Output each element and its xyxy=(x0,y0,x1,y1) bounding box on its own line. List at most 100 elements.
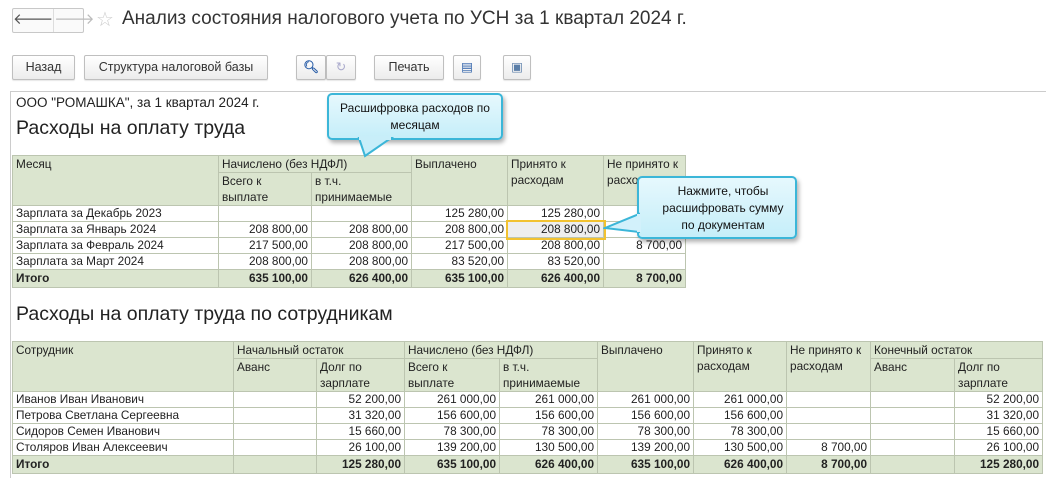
cell-value[interactable]: 208 800,00 xyxy=(310,253,413,270)
cell-value[interactable]: 78 300,00 xyxy=(499,423,599,440)
row-label: Сидоров Семен Иванович xyxy=(12,423,234,440)
cell-value xyxy=(786,391,872,408)
cell-value[interactable]: 8 700,00 xyxy=(603,237,687,254)
table-row: Зарплата за Январь 2024 208 800,00 208 800… xyxy=(12,219,687,240)
cell-value[interactable]: 156 600,00 xyxy=(404,407,501,424)
cell-value xyxy=(786,407,872,424)
cell-value[interactable]: 208 800,00 xyxy=(310,237,413,254)
total-value: 125 280,00 xyxy=(315,455,406,474)
total-value: 626 400,00 xyxy=(693,455,788,474)
back-arrow-icon[interactable]: 🡐 xyxy=(13,9,53,32)
save-icon[interactable]: ▣ xyxy=(503,55,531,80)
search-reset-icon[interactable]: ↻ xyxy=(326,55,356,80)
cell-value[interactable]: 208 800,00 xyxy=(218,253,312,270)
cell-value[interactable]: 139 200,00 xyxy=(404,439,501,456)
cell-value[interactable]: 156 600,00 xyxy=(597,407,695,424)
cell-value xyxy=(218,205,312,222)
cell-value[interactable]: 15 660,00 xyxy=(954,423,1044,440)
total-value: 635 100,00 xyxy=(411,269,509,288)
col-accrued: Начислено (без НДФЛ) xyxy=(404,341,599,359)
cell-value[interactable]: 83 520,00 xyxy=(507,253,605,270)
cell-value[interactable]: 261 000,00 xyxy=(693,391,788,408)
row-label: Петрова Светлана Сергеевна xyxy=(12,407,234,424)
cell-value[interactable]: 261 000,00 xyxy=(404,391,501,408)
cell-value[interactable]: 156 600,00 xyxy=(693,407,788,424)
table-row: Иванов Иван Иванович 52 200,00 261 000,00 2… xyxy=(12,391,1044,408)
cell-value[interactable]: 8 700,00 xyxy=(786,439,872,456)
col-closing-debt: Долг по зарплате xyxy=(954,358,1044,392)
total-value: 8 700,00 xyxy=(786,455,872,474)
forward-arrow-icon[interactable]: 🡒 xyxy=(53,9,94,32)
cell-value xyxy=(233,391,317,408)
cell-value[interactable]: 208 800,00 xyxy=(310,221,413,238)
col-not-accepted: Не принято к расходам xyxy=(786,341,872,392)
cell-value[interactable]: 78 300,00 xyxy=(597,423,695,440)
cell-value[interactable]: 26 100,00 xyxy=(315,439,406,456)
col-accrued: Начислено (без НДФЛ) xyxy=(217,155,413,173)
structure-button[interactable]: Структура налоговой базы xyxy=(84,55,268,80)
section-title-by-employee: Расходы на оплату труда по сотрудникам xyxy=(16,303,393,325)
col-closing-advance: Аванс xyxy=(870,358,956,392)
cell-value[interactable]: 78 300,00 xyxy=(404,423,501,440)
table-row: Зарплата за Февраль 2024 217 500,00 208 80… xyxy=(12,237,687,254)
print-preview-icon[interactable]: ▤ xyxy=(453,55,481,80)
table-row: Петрова Светлана Сергеевна 31 320,00 156 6… xyxy=(12,407,1044,424)
cell-value[interactable]: 217 500,00 xyxy=(411,237,509,254)
cell-value[interactable]: 208 800,00 xyxy=(218,221,312,238)
total-value: 635 100,00 xyxy=(597,455,695,474)
cell-value[interactable]: 139 200,00 xyxy=(597,439,695,456)
cell-value[interactable]: 31 320,00 xyxy=(954,407,1044,424)
cell-value xyxy=(870,407,956,424)
payroll-by-month-table: Месяц Начислено (без НДФЛ) Выплачено Принят… xyxy=(12,155,687,288)
cell-value[interactable]: 217 500,00 xyxy=(218,237,312,254)
cell-value[interactable]: 208 800,00 xyxy=(505,219,606,240)
cell-value[interactable]: 125 280,00 xyxy=(411,205,509,222)
cell-value xyxy=(870,391,956,408)
total-value: 635 100,00 xyxy=(404,455,501,474)
cell-value xyxy=(233,407,317,424)
search-icon[interactable]: 🔍︎ xyxy=(296,55,326,80)
col-total-pay: Всего к выплате xyxy=(218,172,312,206)
cell-value[interactable]: 156 600,00 xyxy=(499,407,599,424)
cell-value[interactable]: 15 660,00 xyxy=(315,423,406,440)
total-value xyxy=(233,455,317,474)
cell-value[interactable]: 26 100,00 xyxy=(954,439,1044,456)
total-value: 8 700,00 xyxy=(603,269,687,288)
cell-value[interactable]: 125 280,00 xyxy=(507,205,605,222)
table-row: Зарплата за Март 2024 208 800,00 208 800,0… xyxy=(12,253,687,270)
table-row: Сидоров Семен Иванович 15 660,00 78 300,00… xyxy=(12,423,1044,440)
payroll-by-employee-table: Сотрудник Начальный остаток Начислено (без… xyxy=(12,341,1044,474)
total-value: 626 400,00 xyxy=(499,455,599,474)
row-label: Зарплата за Декабрь 2023 xyxy=(12,205,219,222)
cell-value[interactable]: 208 800,00 xyxy=(507,237,605,254)
cell-value[interactable]: 52 200,00 xyxy=(315,391,406,408)
cell-value[interactable]: 261 000,00 xyxy=(597,391,695,408)
report-org: ООО "РОМАШКА", за 1 квартал 2024 г. xyxy=(16,95,260,110)
row-label: Зарплата за Январь 2024 xyxy=(12,221,219,238)
cell-value xyxy=(870,439,956,456)
cell-value[interactable]: 208 800,00 xyxy=(411,221,509,238)
cell-value[interactable]: 78 300,00 xyxy=(693,423,788,440)
cell-value[interactable]: 130 500,00 xyxy=(499,439,599,456)
total-value: 626 400,00 xyxy=(310,269,413,288)
cell-value[interactable]: 130 500,00 xyxy=(693,439,788,456)
cell-value[interactable]: 52 200,00 xyxy=(954,391,1044,408)
col-opening-debt: Долг по зарплате xyxy=(315,358,406,392)
col-accepted: Принято к расходам xyxy=(507,155,605,206)
favorite-star-icon[interactable]: ☆ xyxy=(96,7,114,32)
row-label: Столяров Иван Алексеевич xyxy=(12,439,234,456)
print-button[interactable]: Печать xyxy=(374,55,444,80)
total-row: Итого 125 280,00 635 100,00 626 400,00 635 1… xyxy=(12,455,1044,474)
total-value: 125 280,00 xyxy=(954,455,1044,474)
cell-value xyxy=(310,205,413,222)
col-paid: Выплачено xyxy=(411,155,509,206)
cell-value xyxy=(870,423,956,440)
col-opening-advance: Аванс xyxy=(233,358,317,392)
nav-buttons: 🡐 🡒 xyxy=(12,8,94,33)
total-label: Итого xyxy=(12,269,219,288)
cell-value[interactable]: 31 320,00 xyxy=(315,407,406,424)
cell-value[interactable]: 261 000,00 xyxy=(499,391,599,408)
cell-value[interactable]: 83 520,00 xyxy=(411,253,509,270)
total-row: Итого 635 100,00 626 400,00 635 100,00 626 4… xyxy=(12,269,687,288)
back-button[interactable]: Назад xyxy=(12,55,75,80)
